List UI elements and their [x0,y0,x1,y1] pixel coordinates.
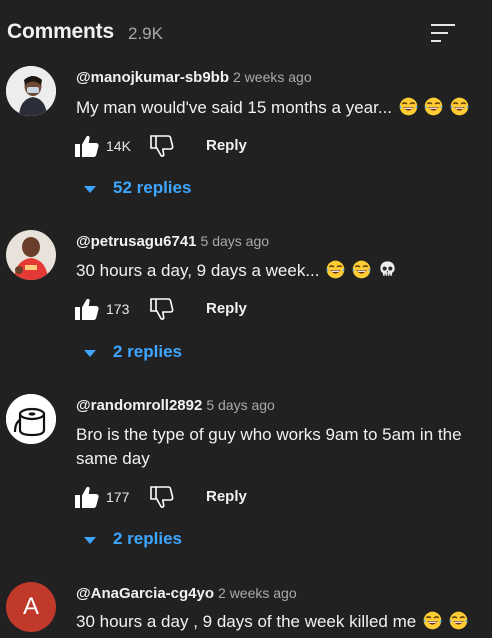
comment-text-body: My man would've said 15 months a year... [76,98,393,117]
laugh-cry-emoji-icon [449,611,468,630]
skull-emoji-icon [378,260,397,279]
sort-icon[interactable] [430,22,456,44]
chevron-down-icon [84,350,96,357]
laugh-cry-emoji-icon [423,611,442,630]
comments-header: Comments 2.9K [0,0,492,64]
author-name[interactable]: @petrusagu6741 [76,233,197,250]
like-count: 14K [106,138,131,154]
avatar[interactable] [6,230,56,280]
comment-time[interactable]: 5 days ago [206,397,275,413]
author-line: @petrusagu6741 5 days ago [76,233,269,251]
author-line: @manojkumar-sb9bb 2 weeks ago [76,69,312,87]
like-icon[interactable] [74,297,100,321]
comments-count: 2.9K [128,24,163,43]
comment-text-body: 30 hours a day, 9 days a week... [76,261,320,280]
comment-item: @randomroll2892 5 days ago Bro is the typ… [0,394,492,556]
comment-time[interactable]: 2 weeks ago [218,585,297,601]
replies-label: 2 replies [113,342,182,361]
dislike-icon[interactable] [149,485,175,509]
dislike-icon[interactable] [149,134,175,158]
like-icon[interactable] [74,134,100,158]
author-line: @AnaGarcia-cg4yo 2 weeks ago [76,585,297,603]
author-name[interactable]: @randomroll2892 [76,397,202,414]
laugh-cry-emoji-icon [424,97,443,116]
reply-button[interactable]: Reply [206,488,247,505]
comment-item: @petrusagu6741 5 days ago 30 hours a day,… [0,230,492,382]
author-line: @randomroll2892 5 days ago [76,397,275,415]
author-name[interactable]: @manojkumar-sb9bb [76,69,229,86]
comment-text: My man would've said 15 months a year... [76,96,481,120]
avatar[interactable] [6,394,56,444]
laugh-cry-emoji-icon [326,260,345,279]
comment-time[interactable]: 5 days ago [201,233,270,249]
toilet-roll-icon [6,394,56,444]
comment-text: 30 hours a day , 9 days of the week kill… [76,610,481,634]
like-count: 177 [106,489,130,505]
comment-text: 30 hours a day, 9 days a week... [76,259,481,283]
comment-text-body: Bro is the type of guy who works 9am to … [76,425,462,468]
avatar-photo [6,230,56,280]
comment-text: Bro is the type of guy who works 9am to … [76,423,481,471]
comment-actions: 173 Reply [72,295,372,325]
reply-button[interactable]: Reply [206,137,247,154]
comment-item: A @AnaGarcia-cg4yo 2 weeks ago 30 hours a… [0,582,492,638]
avatar-photo [6,66,56,116]
chevron-down-icon [84,537,96,544]
comment-text-body: 30 hours a day , 9 days of the week kill… [76,612,417,631]
avatar[interactable]: A [6,582,56,632]
laugh-cry-emoji-icon [352,260,371,279]
comment-actions: 14K Reply [72,132,372,162]
laugh-cry-emoji-icon [399,97,418,116]
comments-title: Comments [7,20,114,43]
avatar-letter: A [22,593,39,620]
replies-label: 2 replies [113,529,182,548]
author-name[interactable]: @AnaGarcia-cg4yo [76,585,214,602]
reply-button[interactable]: Reply [206,300,247,317]
comment-item: @manojkumar-sb9bb 2 weeks ago My man woul… [0,66,492,218]
like-count: 173 [106,301,130,317]
dislike-icon[interactable] [149,297,175,321]
like-icon[interactable] [74,485,100,509]
comment-time[interactable]: 2 weeks ago [233,69,312,85]
comment-actions: 177 Reply [72,483,372,513]
chevron-down-icon [84,186,96,193]
replies-label: 52 replies [113,178,192,197]
avatar[interactable] [6,66,56,116]
laugh-cry-emoji-icon [450,97,469,116]
